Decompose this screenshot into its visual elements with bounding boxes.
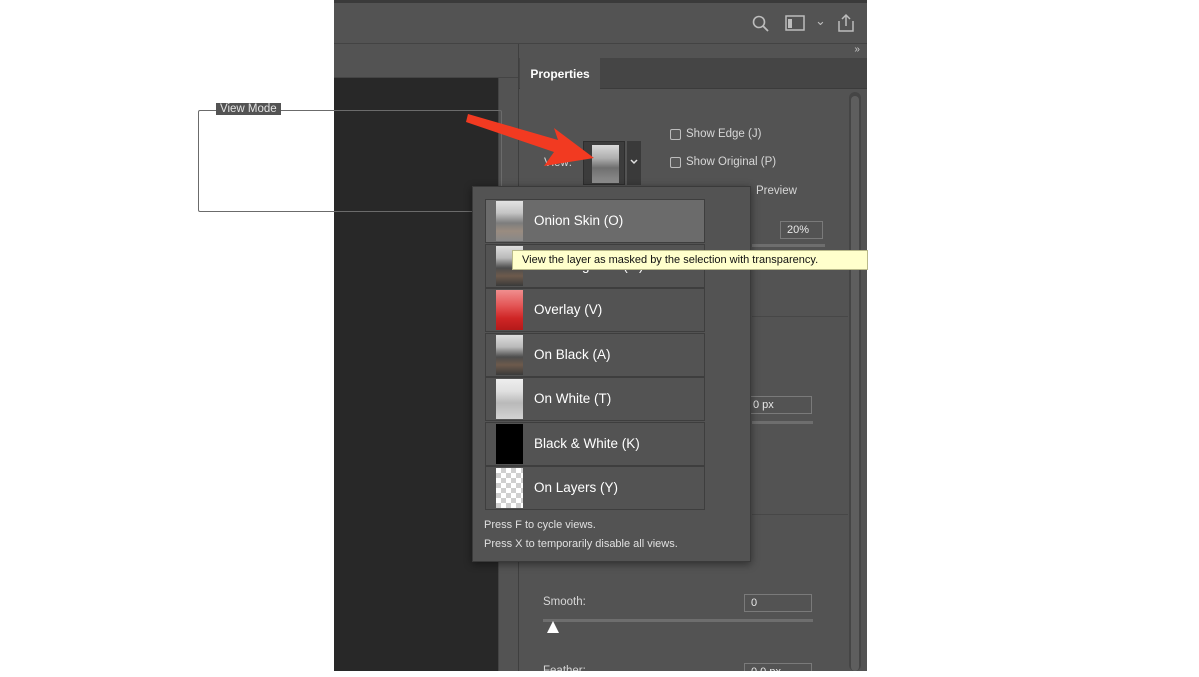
- view-mode-title: View Mode: [216, 103, 281, 115]
- view-dropdown-button[interactable]: [627, 141, 641, 185]
- overlay-thumbnail: [496, 290, 523, 330]
- on-layers-thumbnail: [496, 468, 523, 508]
- menu-item-overlay[interactable]: Overlay (V): [485, 288, 705, 332]
- menu-item-on-layers[interactable]: On Layers (Y): [485, 466, 705, 510]
- smooth-field[interactable]: 0: [744, 594, 812, 612]
- view-mode-group: [198, 110, 502, 212]
- top-toolbar: ⌄: [334, 0, 867, 44]
- menu-item-label: Onion Skin (O): [534, 213, 624, 228]
- scrollbar-thumb[interactable]: [851, 96, 859, 671]
- preview-label: Preview: [756, 185, 797, 197]
- show-original-label: Show Original (P): [686, 156, 777, 168]
- show-edge-checkbox[interactable]: [670, 129, 681, 140]
- show-edge-label: Show Edge (J): [686, 128, 762, 140]
- black-white-thumbnail: [496, 424, 523, 464]
- feather-label: Feather:: [543, 665, 586, 671]
- disable-views-hint: Press X to temporarily disable all views…: [484, 538, 678, 550]
- opacity-slider[interactable]: [752, 244, 825, 247]
- menu-item-label: On White (T): [534, 391, 612, 406]
- menu-item-onion-skin[interactable]: Onion Skin (O): [485, 199, 705, 243]
- menu-item-on-black[interactable]: On Black (A): [485, 333, 705, 377]
- menu-item-label: On Black (A): [534, 347, 611, 362]
- share-icon[interactable]: [836, 13, 856, 38]
- menu-item-label: Overlay (V): [534, 302, 603, 317]
- radius-field[interactable]: 0 px: [746, 396, 812, 414]
- section-separator: [752, 316, 848, 317]
- show-original-checkbox[interactable]: [670, 157, 681, 168]
- chevron-down-icon[interactable]: ⌄: [815, 13, 826, 29]
- opacity-field[interactable]: 20%: [780, 221, 823, 239]
- view-mode-menu: Onion Skin (O) Marching Ants (M) Overlay…: [472, 186, 751, 562]
- panel-scrollbar[interactable]: [849, 92, 861, 671]
- collapse-panels-icon[interactable]: ››: [854, 44, 860, 55]
- menu-item-on-white[interactable]: On White (T): [485, 377, 705, 421]
- feather-field[interactable]: 0.0 px: [744, 663, 812, 671]
- menu-item-black-white[interactable]: Black & White (K): [485, 422, 705, 466]
- onion-skin-thumbnail: [496, 201, 523, 241]
- panel-tab-bar: Properties: [519, 58, 867, 89]
- radius-slider[interactable]: [752, 421, 813, 424]
- smooth-slider[interactable]: [543, 619, 813, 622]
- on-white-thumbnail: [496, 379, 523, 419]
- view-tooltip: View the layer as masked by the selectio…: [512, 250, 868, 270]
- pointer-arrow: [466, 114, 594, 166]
- menu-item-label: On Layers (Y): [534, 480, 619, 495]
- document-tab-strip: [334, 44, 518, 78]
- cycle-views-hint: Press F to cycle views.: [484, 519, 596, 531]
- on-black-thumbnail: [496, 335, 523, 375]
- section-separator: [752, 514, 848, 515]
- menu-item-label: Black & White (K): [534, 436, 640, 451]
- tab-properties[interactable]: Properties: [520, 58, 600, 89]
- workspace-icon[interactable]: [785, 15, 805, 36]
- search-icon[interactable]: [752, 15, 770, 38]
- smooth-label: Smooth:: [543, 596, 586, 608]
- smooth-slider-handle[interactable]: [547, 621, 559, 633]
